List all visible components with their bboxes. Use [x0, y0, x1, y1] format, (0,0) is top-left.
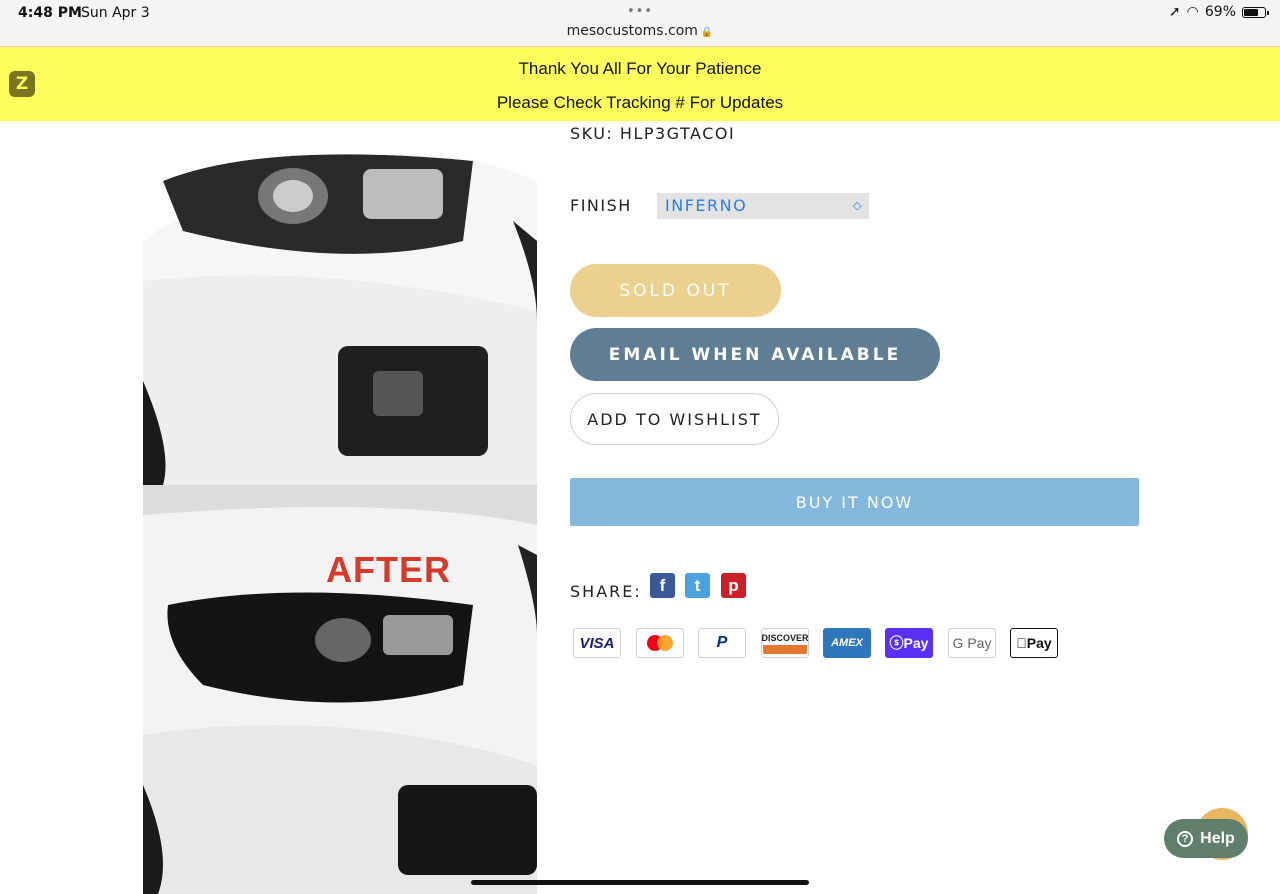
announcement-line-2: Please Check Tracking # For Updates: [496, 93, 784, 112]
product-image[interactable]: AFTER: [143, 121, 537, 894]
before-photo: [143, 121, 537, 485]
product-sku: SKU: HLP3GTACOI: [570, 124, 736, 143]
finish-label: FINISH: [570, 196, 632, 215]
help-label: Help: [1200, 829, 1235, 847]
help-button[interactable]: ? Help: [1164, 819, 1248, 858]
apple-pay-icon: Pay: [1010, 628, 1058, 658]
status-bar: 4:48 PM Sun Apr 3 ••• mesocustoms.com 🔒 ➚…: [0, 0, 1280, 47]
after-photo: [143, 485, 537, 894]
battery-percent: 69%: [1204, 4, 1236, 20]
twitter-icon[interactable]: t: [685, 573, 710, 598]
lock-icon: 🔒: [700, 27, 714, 38]
mastercard-icon: [636, 628, 684, 658]
battery-icon: [1242, 6, 1269, 18]
wifi-icon: ◠: [1186, 4, 1199, 20]
paypal-icon: P: [698, 628, 746, 658]
finish-select[interactable]: INFERNO ◇: [657, 193, 869, 219]
multitasking-dots-icon[interactable]: •••: [627, 4, 653, 19]
location-icon: ➚: [1168, 4, 1181, 20]
email-when-available-button[interactable]: EMAIL WHEN AVAILABLE: [570, 328, 940, 381]
apple-pay-text: Pay: [1021, 635, 1052, 651]
pinterest-icon[interactable]: p: [721, 573, 746, 598]
after-label: AFTER: [326, 549, 451, 590]
select-chevron-icon: ◇: [853, 199, 863, 212]
facebook-icon[interactable]: f: [650, 573, 675, 598]
finish-value: INFERNO: [665, 196, 748, 215]
buy-it-now-button[interactable]: BUY IT NOW: [570, 478, 1139, 526]
add-to-wishlist-button[interactable]: ADD TO WISHLIST: [570, 393, 779, 445]
url-text: mesocustoms.com: [566, 23, 698, 39]
google-pay-icon: G Pay: [948, 628, 996, 658]
sold-out-button[interactable]: SOLD OUT: [570, 264, 781, 317]
status-date: Sun Apr 3: [81, 5, 150, 21]
share-label: SHARE:: [570, 582, 642, 601]
announcement-line-1: Thank You All For Your Patience: [518, 59, 762, 78]
discover-text: DISCOVER: [761, 632, 809, 643]
help-question-icon: ?: [1177, 830, 1194, 847]
status-indicators: ➚ ◠ 69%: [1168, 4, 1269, 20]
shop-pay-icon: ⓢ Pay: [885, 628, 933, 658]
discover-icon: DISCOVER: [761, 628, 809, 658]
home-indicator[interactable]: [471, 880, 809, 885]
amex-icon: AMEX: [823, 628, 871, 658]
address-bar[interactable]: mesocustoms.com 🔒: [0, 23, 1280, 39]
announcement-bar: Z Thank You All For Your Patience Please…: [0, 47, 1280, 121]
visa-icon: VISA: [573, 628, 621, 658]
status-time: 4:48 PM: [18, 5, 82, 21]
shop-pay-text: Pay: [903, 635, 929, 651]
